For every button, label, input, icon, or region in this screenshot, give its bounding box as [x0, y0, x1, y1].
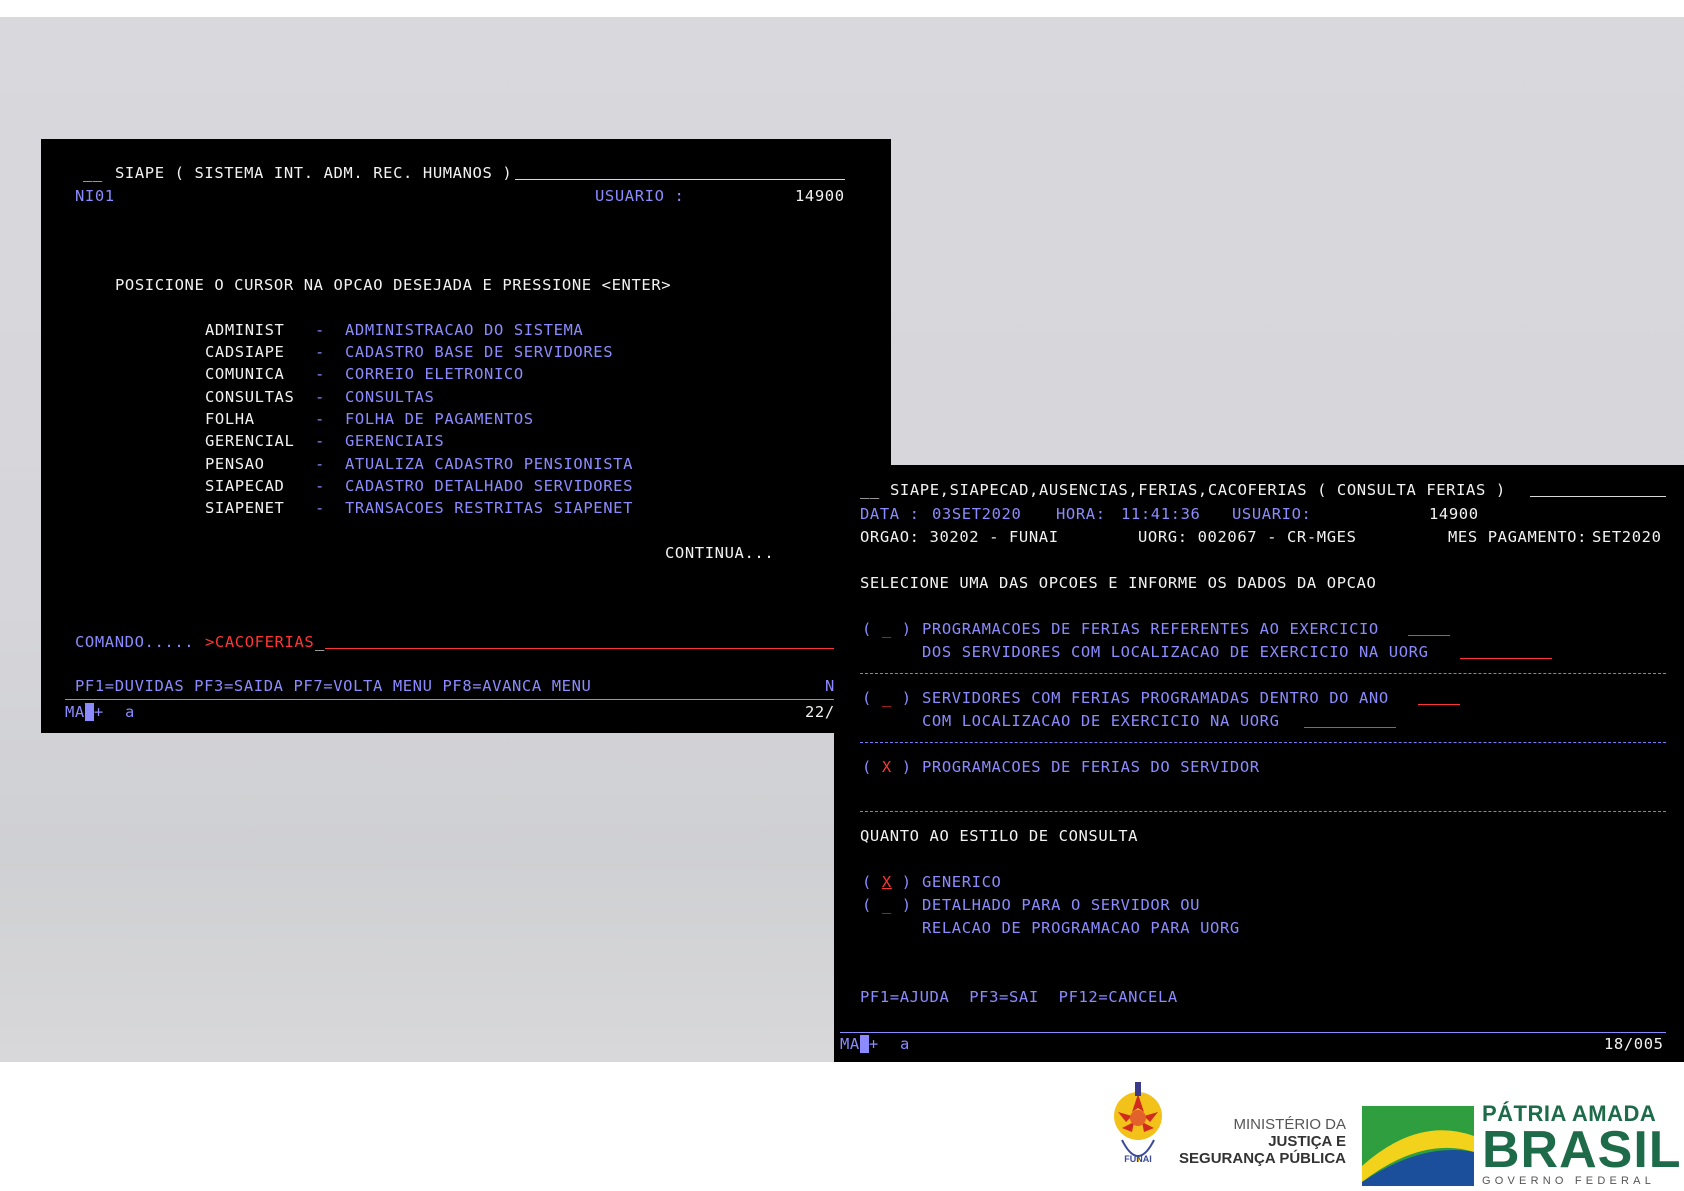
data-label: DATA :	[860, 505, 920, 523]
command-field-line	[325, 648, 845, 649]
option2-label-line2: COM LOCALIZACAO DE EXERCICIO NA UORG	[922, 712, 1280, 730]
option3-checkbox[interactable]: ( X )	[862, 758, 912, 776]
option-code[interactable]: PENSAO	[205, 455, 265, 473]
uorg-info: UORG: 002067 - CR-MGES	[1138, 528, 1357, 546]
menu-title: SIAPE ( SISTEMA INT. ADM. REC. HUMANOS )	[115, 164, 513, 182]
style-detalhado-checkbox[interactable]: ( _ )	[862, 896, 912, 914]
option-desc: CONSULTAS	[345, 388, 435, 406]
status-divider	[840, 1032, 1666, 1033]
siape-menu-terminal[interactable]: __ SIAPE ( SISTEMA INT. ADM. REC. HUMANO…	[41, 139, 891, 733]
option-separator: -	[315, 499, 325, 517]
uorg-input-1[interactable]	[1460, 658, 1552, 659]
option1-checkbox[interactable]: ( _ )	[862, 620, 912, 638]
option-separator: -	[315, 388, 325, 406]
option-code[interactable]: FOLHA	[205, 410, 255, 428]
mes-pagamento-label: MES PAGAMENTO:	[1448, 528, 1588, 546]
screen-id: NI01	[75, 187, 115, 205]
uorg-input-2[interactable]	[1304, 727, 1396, 728]
title-underline	[1530, 496, 1666, 497]
option-desc: CADASTRO BASE DE SERVIDORES	[345, 343, 614, 361]
ministry-logo: MINISTÉRIO DA JUSTIÇA E SEGURANÇA PÚBLIC…	[1179, 1116, 1346, 1167]
exercicio-input[interactable]	[1408, 635, 1450, 636]
continua-label: CONTINUA...	[665, 544, 775, 562]
option-desc: TRANSACOES RESTRITAS SIAPENET	[345, 499, 634, 517]
title-prefix: __	[83, 164, 103, 182]
option-desc: GERENCIAIS	[345, 432, 445, 450]
option2-checkbox[interactable]: ( _ )	[862, 689, 912, 707]
orgao-info: ORGAO: 30202 - FUNAI	[860, 528, 1059, 546]
option-code[interactable]: SIAPECAD	[205, 477, 284, 495]
status-mode: MA +	[840, 1035, 879, 1053]
user-label: USUARIO :	[595, 187, 685, 205]
style-heading: QUANTO AO ESTILO DE CONSULTA	[860, 827, 1139, 845]
option-desc: CORREIO ELETRONICO	[345, 365, 524, 383]
user-value: 14900	[1429, 505, 1479, 523]
option-separator: -	[315, 321, 325, 339]
separator-1	[860, 673, 1666, 674]
option-separator: -	[315, 343, 325, 361]
status-divider	[65, 699, 865, 700]
option-desc: ATUALIZA CADASTRO PENSIONISTA	[345, 455, 634, 473]
separator-2	[860, 742, 1666, 743]
option1-label-line2: DOS SERVIDORES COM LOCALIZACAO DE EXERCI…	[922, 643, 1429, 661]
command-label: COMANDO.....	[75, 633, 195, 651]
option-separator: -	[315, 477, 325, 495]
separator-3	[860, 811, 1666, 812]
status-position: 18/005	[1604, 1035, 1664, 1053]
brasil-flag-mark-icon	[1362, 1106, 1474, 1186]
option2-label: SERVIDORES COM FERIAS PROGRAMADAS DENTRO…	[922, 689, 1389, 707]
option-separator: -	[315, 455, 325, 473]
patria-amada-brasil-logo: PÁTRIA AMADA BRASIL GOVERNO FEDERAL	[1482, 1101, 1682, 1188]
consulta-ferias-terminal[interactable]: __ SIAPE,SIAPECAD,AUSENCIAS,FERIAS,CACOF…	[834, 465, 1684, 1062]
title-prefix: __	[860, 481, 880, 499]
style-generico-checkbox[interactable]: ( X )	[862, 873, 912, 891]
ferias-title: SIAPE,SIAPECAD,AUSENCIAS,FERIAS,CACOFERI…	[890, 481, 1506, 499]
command-cursor: _	[315, 633, 325, 651]
user-value: 14900	[795, 187, 845, 205]
menu-instruction: POSICIONE O CURSOR NA OPCAO DESEJADA E P…	[115, 276, 672, 294]
option-separator: -	[315, 432, 325, 450]
ano-input[interactable]	[1418, 704, 1460, 705]
ferias-instruction: SELECIONE UMA DAS OPCOES E INFORME OS DA…	[860, 574, 1377, 592]
style-generico-label: GENERICO	[922, 873, 1002, 891]
option1-label: PROGRAMACOES DE FERIAS REFERENTES AO EXE…	[922, 620, 1379, 638]
option-code[interactable]: CADSIAPE	[205, 343, 284, 361]
user-label: USUARIO:	[1232, 505, 1312, 523]
option-code[interactable]: CONSULTAS	[205, 388, 294, 406]
data-value: 03SET2020	[932, 505, 1022, 523]
footer: FUNAI MINISTÉRIO DA JUSTIÇA E SEGURANÇA …	[0, 1062, 1684, 1191]
option-separator: -	[315, 410, 325, 428]
option-code[interactable]: ADMINIST	[205, 321, 284, 339]
option3-label: PROGRAMACOES DE FERIAS DO SERVIDOR	[922, 758, 1260, 776]
status-mode: MA +	[65, 703, 104, 721]
option-desc: ADMINISTRACAO DO SISTEMA	[345, 321, 584, 339]
option-separator: -	[315, 365, 325, 383]
title-underline	[515, 179, 845, 180]
pf-keys-bar: PF1=AJUDA PF3=SAI PF12=CANCELA	[860, 988, 1178, 1006]
status-position: 22/	[805, 703, 835, 721]
hora-label: HORA:	[1056, 505, 1106, 523]
style-detalhado-label-line2: RELACAO DE PROGRAMACAO PARA UORG	[922, 919, 1240, 937]
option-code[interactable]: SIAPENET	[205, 499, 284, 517]
option-code[interactable]: GERENCIAL	[205, 432, 294, 450]
terminal-cursor	[859, 1035, 869, 1053]
option-desc: FOLHA DE PAGAMENTOS	[345, 410, 534, 428]
option-code[interactable]: COMUNICA	[205, 365, 284, 383]
funai-emblem-text: FUNAI	[1124, 1154, 1152, 1164]
status-a: a	[125, 703, 135, 721]
option-desc: CADASTRO DETALHADO SERVIDORES	[345, 477, 634, 495]
style-detalhado-label: DETALHADO PARA O SERVIDOR OU	[922, 896, 1201, 914]
terminal-cursor	[84, 703, 94, 721]
hora-value: 11:41:36	[1121, 505, 1201, 523]
status-a: a	[900, 1035, 910, 1053]
pf-keys-bar: PF1=DUVIDAS PF3=SAIDA PF7=VOLTA MENU PF8…	[75, 677, 592, 695]
command-input[interactable]: >CACOFERIAS	[205, 633, 314, 651]
mes-pagamento-value: SET2020	[1592, 528, 1662, 546]
